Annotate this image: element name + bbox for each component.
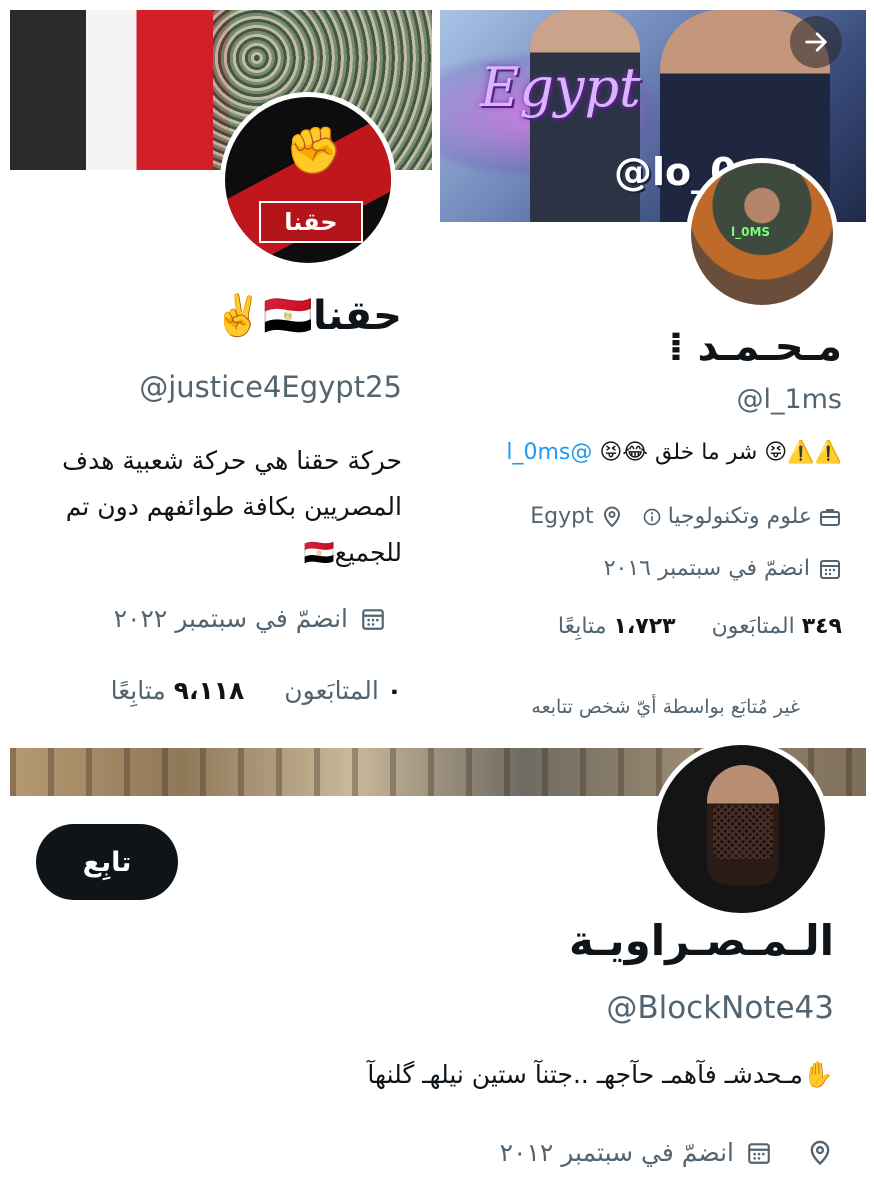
followers-link[interactable]: ٣٤٩ المتابَعون <box>712 614 842 639</box>
following-count: ٩،١١٨ <box>173 676 245 705</box>
joined-date: انضمّ في سبتمبر ٢٠١٢ <box>499 1138 734 1167</box>
joined-item: انضمّ في سبتمبر ٢٠١٢ <box>500 1138 772 1167</box>
location-pin-icon <box>806 1139 834 1167</box>
profile-left-bio: حركة حقنا هي حركة شعبية هدف المصريين بكا… <box>2 438 402 576</box>
follow-button[interactable]: تابِع <box>36 824 178 900</box>
profile-left-stats: ٠ المتابَعون ٩،١١٨ متابِعًا <box>111 676 402 705</box>
avatar-tag: l_0MS <box>731 225 771 239</box>
calendar-icon <box>746 1140 772 1166</box>
profile-right-joined: انضمّ في سبتمبر ٢٠١٦ <box>604 556 842 581</box>
profile-bottom-name[interactable]: الـمـصـراويـة <box>569 916 834 965</box>
profile-bottom-meta: انضمّ في سبتمبر ٢٠١٢ <box>500 1138 834 1167</box>
following-count: ١،٧٢٣ <box>613 614 676 639</box>
profile-left-joined: انضمّ في سبتمبر ٢٠٢٢ <box>114 604 386 633</box>
joined-date: انضمّ في سبتمبر ٢٠١٦ <box>603 556 810 581</box>
following-label: متابِعًا <box>110 676 166 705</box>
fist-icon: ✊ <box>285 123 343 177</box>
bio-line: المصريين بكافة طوائفهم دون تم <box>65 492 402 521</box>
bio-line: حركة حقنا هي حركة شعبية هدف <box>62 446 402 475</box>
joined-date: انضمّ في سبتمبر ٢٠٢٢ <box>113 604 348 633</box>
info-icon[interactable] <box>642 507 662 527</box>
briefcase-icon <box>818 505 842 529</box>
calendar-icon <box>818 557 842 581</box>
arrow-right-icon[interactable] <box>790 16 842 68</box>
location-text: Egypt <box>530 504 594 529</box>
profile-right-name[interactable]: مـحـمـد ⁞ <box>668 324 842 370</box>
location-pin-icon <box>600 505 624 529</box>
profile-left-name[interactable]: حقنا🇪🇬✌️ <box>213 292 402 339</box>
profile-right-meta: علوم وتكنولوجيا Egypt <box>530 504 842 529</box>
followers-label: المتابَعون <box>284 676 379 705</box>
profile-right-handle[interactable]: @l_1ms <box>736 384 842 415</box>
followers-count: ٠ <box>386 676 402 705</box>
not-followed-note: غير مُتابَع بواسطة أيّ شخص تتابعه <box>531 696 800 718</box>
following-link[interactable]: ٩،١١٨ متابِعًا <box>111 676 245 705</box>
followers-link[interactable]: ٠ المتابَعون <box>284 676 402 705</box>
profile-bottom-avatar[interactable] <box>652 740 830 918</box>
followers-count: ٣٤٩ <box>801 614 842 639</box>
avatar-logo-text: حقنا <box>259 201 363 243</box>
profile-left-avatar[interactable]: ✊ حقنا <box>220 92 396 268</box>
following-link[interactable]: ١،٧٢٣ متابِعًا <box>558 614 676 639</box>
profile-right-avatar[interactable]: l_0MS <box>686 158 838 310</box>
calendar-icon <box>360 606 386 632</box>
following-label: متابِعًا <box>557 614 607 639</box>
bio-mention-link[interactable]: @l_0ms <box>506 440 592 465</box>
followers-label: المتابَعون <box>711 614 795 639</box>
banner-egypt-text: Egypt <box>480 56 641 119</box>
profile-bottom-handle[interactable]: @BlockNote43 <box>606 990 834 1026</box>
location-item: Egypt <box>530 504 623 529</box>
category-text: علوم وتكنولوجيا <box>667 504 812 529</box>
bio-line: للجميع🇪🇬 <box>303 538 402 567</box>
category-item: علوم وتكنولوجيا <box>642 504 842 529</box>
profile-right-bio: ⚠️⚠️😝 شر ما خلق 😂😝 @l_0ms <box>438 440 842 465</box>
bio-text: ⚠️⚠️😝 شر ما خلق 😂😝 <box>599 440 842 465</box>
profile-bottom-bio: ✋مـحدشـ فآهمـ حآجهـ ..جتنآ ستين نيلهـ گل… <box>367 1060 834 1089</box>
profile-right-stats: ٣٤٩ المتابَعون ١،٧٢٣ متابِعًا <box>558 614 842 639</box>
profile-left-handle[interactable]: @justice4Egypt25 <box>139 370 402 404</box>
